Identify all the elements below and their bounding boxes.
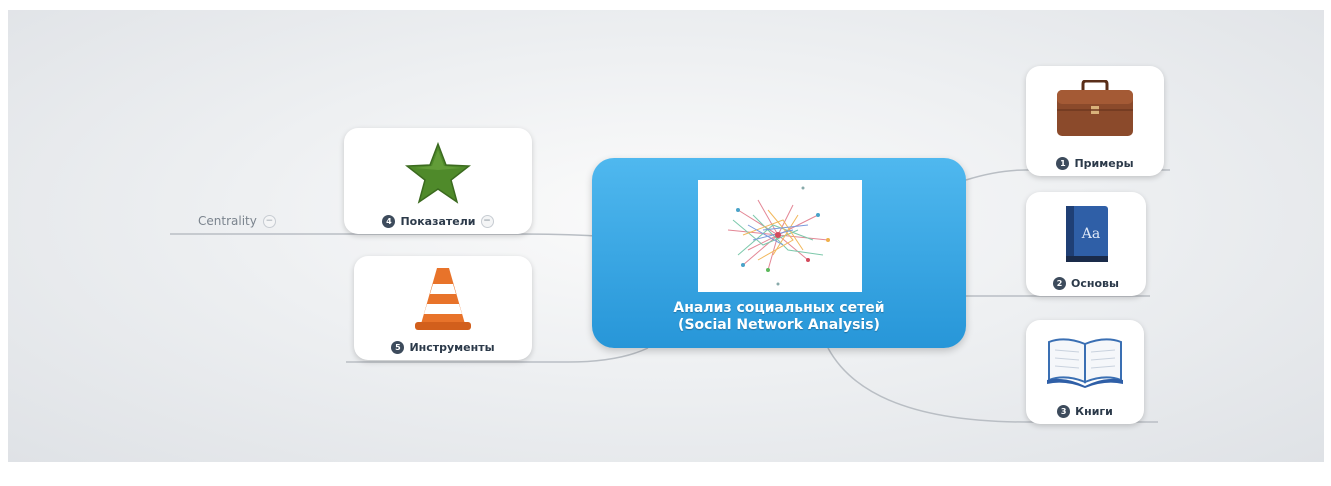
topic-text: Основы: [1071, 277, 1119, 290]
topic-node-metrics[interactable]: 4 Показатели −: [344, 128, 532, 234]
subtopic-centrality[interactable]: Centrality −: [198, 214, 276, 228]
topic-number-badge: 2: [1053, 277, 1067, 290]
topic-label-basics: 2 Основы: [1026, 277, 1146, 290]
topic-text: Инструменты: [409, 341, 495, 354]
central-topic-title: Анализ социальных сетей (Social Network …: [673, 300, 885, 333]
connector-metrics: [170, 233, 597, 237]
collapse-toggle-button[interactable]: −: [480, 215, 494, 228]
subtopic-label: Centrality: [198, 214, 257, 228]
central-topic-node[interactable]: Анализ социальных сетей (Social Network …: [592, 158, 966, 348]
topic-label-examples: 1 Примеры: [1026, 157, 1164, 170]
topic-number-badge: 1: [1056, 157, 1070, 170]
dictionary-book-icon: Aa: [1026, 204, 1146, 264]
star-icon: [344, 142, 532, 204]
topic-number-badge: 3: [1057, 405, 1071, 418]
topic-node-books[interactable]: 3 Книги: [1026, 320, 1144, 424]
topic-node-tools[interactable]: 5 Инструменты: [354, 256, 532, 360]
open-book-icon: [1026, 334, 1144, 388]
topic-text: Примеры: [1074, 157, 1134, 170]
topic-text: Показатели: [400, 215, 476, 228]
topic-number-badge: 5: [391, 341, 405, 354]
network-graph-image: [698, 180, 862, 292]
topic-label-tools: 5 Инструменты: [354, 341, 532, 354]
topic-text: Книги: [1075, 405, 1113, 418]
topic-number-badge: 4: [382, 215, 396, 228]
topic-label-metrics: 4 Показатели −: [344, 215, 532, 228]
topic-node-examples[interactable]: 1 Примеры: [1026, 66, 1164, 176]
traffic-cone-icon: [354, 266, 532, 332]
briefcase-icon: [1026, 80, 1164, 138]
mind-map-canvas: Анализ социальных сетей (Social Network …: [8, 10, 1324, 462]
topic-label-books: 3 Книги: [1026, 405, 1144, 418]
collapse-toggle-button[interactable]: −: [262, 214, 276, 228]
svg-text:Aa: Aa: [1081, 226, 1100, 242]
topic-node-basics[interactable]: Aa 2 Основы: [1026, 192, 1146, 296]
